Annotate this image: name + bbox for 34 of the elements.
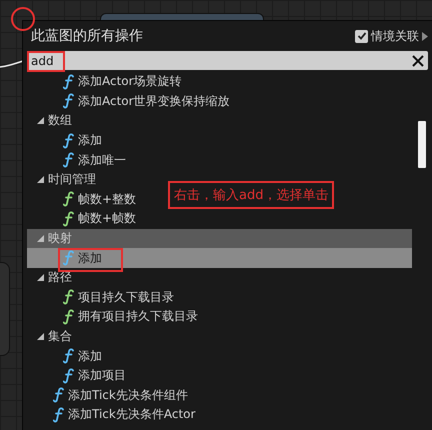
expanded-triangle-icon[interactable] [37,333,44,340]
function-item[interactable]: 添加Actor世界变换保持缩放 [27,92,234,112]
context-label: 情境关联 [371,28,419,44]
category-header[interactable]: 映射 [27,228,412,248]
search-field[interactable]: add [27,51,428,70]
function-item[interactable]: 项目持久下载目录 [27,288,178,308]
annotation-box [27,51,65,72]
function-item[interactable]: 帧数+帧数 [27,209,140,229]
function-item[interactable]: 添加Actor场景旋转 [27,72,186,92]
wire [0,58,24,68]
search-input[interactable]: add [31,54,331,68]
right-arrow-icon[interactable] [422,32,428,40]
function-item[interactable]: 添加Tick先决条件Actor [27,405,200,425]
category-header[interactable]: 路径 [27,268,76,288]
expanded-triangle-icon[interactable] [37,274,44,282]
category-header[interactable]: 时间管理 [27,170,100,190]
function-item[interactable]: 添加唯一 [27,150,130,170]
function-item[interactable]: 拥有项目持久下载目录 [27,307,202,327]
function-item[interactable]: 添加Tick先决条件组件 [27,386,192,406]
context-checkbox[interactable] [355,30,368,42]
annotation-box [58,248,123,272]
category-header[interactable]: 集合 [27,326,76,346]
scrollbar-thumb[interactable] [418,121,426,168]
expanded-triangle-icon[interactable] [37,176,44,184]
function-item[interactable]: 帧数+整数 [27,190,140,210]
annotation-note: 右击，输入add，选择单击 [168,181,334,209]
close-icon[interactable] [412,54,424,66]
function-item[interactable]: 添加项目 [27,366,130,386]
menu-title: 此蓝图的所有操作 [31,27,143,45]
function-item[interactable]: 添加 [27,130,106,150]
function-item[interactable]: 添加 [27,248,412,268]
category-header[interactable]: 数组 [27,111,76,131]
expanded-triangle-icon[interactable] [37,117,44,124]
function-item[interactable]: 添加 [27,346,106,366]
